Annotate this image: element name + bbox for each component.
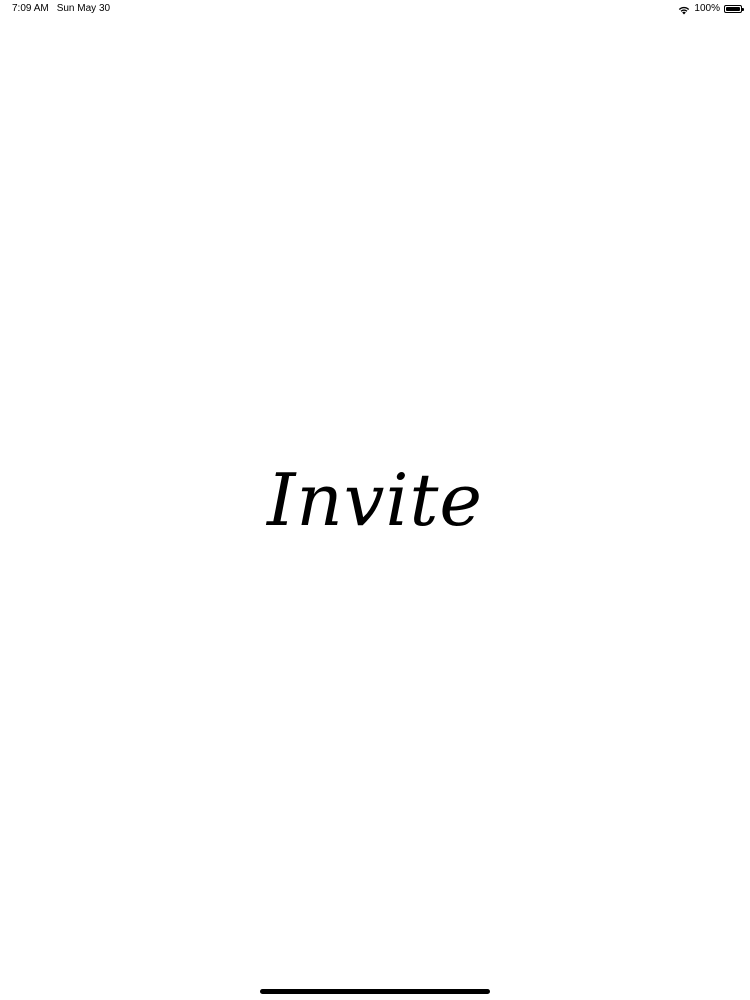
battery-percentage: 100% xyxy=(694,3,720,14)
status-bar: 7:09 AM Sun May 30 100% xyxy=(0,0,750,18)
status-date: Sun May 30 xyxy=(56,3,111,14)
app-screen: 7:09 AM Sun May 30 100% Invite xyxy=(0,0,750,1000)
wifi-icon xyxy=(678,4,690,15)
battery-fill xyxy=(726,7,740,11)
status-right: 100% xyxy=(678,0,744,18)
status-time: 7:09 AM xyxy=(12,3,49,14)
battery-cap xyxy=(742,8,744,11)
battery-icon xyxy=(724,5,744,13)
splash-logo-title: Invite xyxy=(266,458,484,542)
home-indicator[interactable] xyxy=(260,989,490,994)
status-left: 7:09 AM Sun May 30 xyxy=(12,0,110,18)
